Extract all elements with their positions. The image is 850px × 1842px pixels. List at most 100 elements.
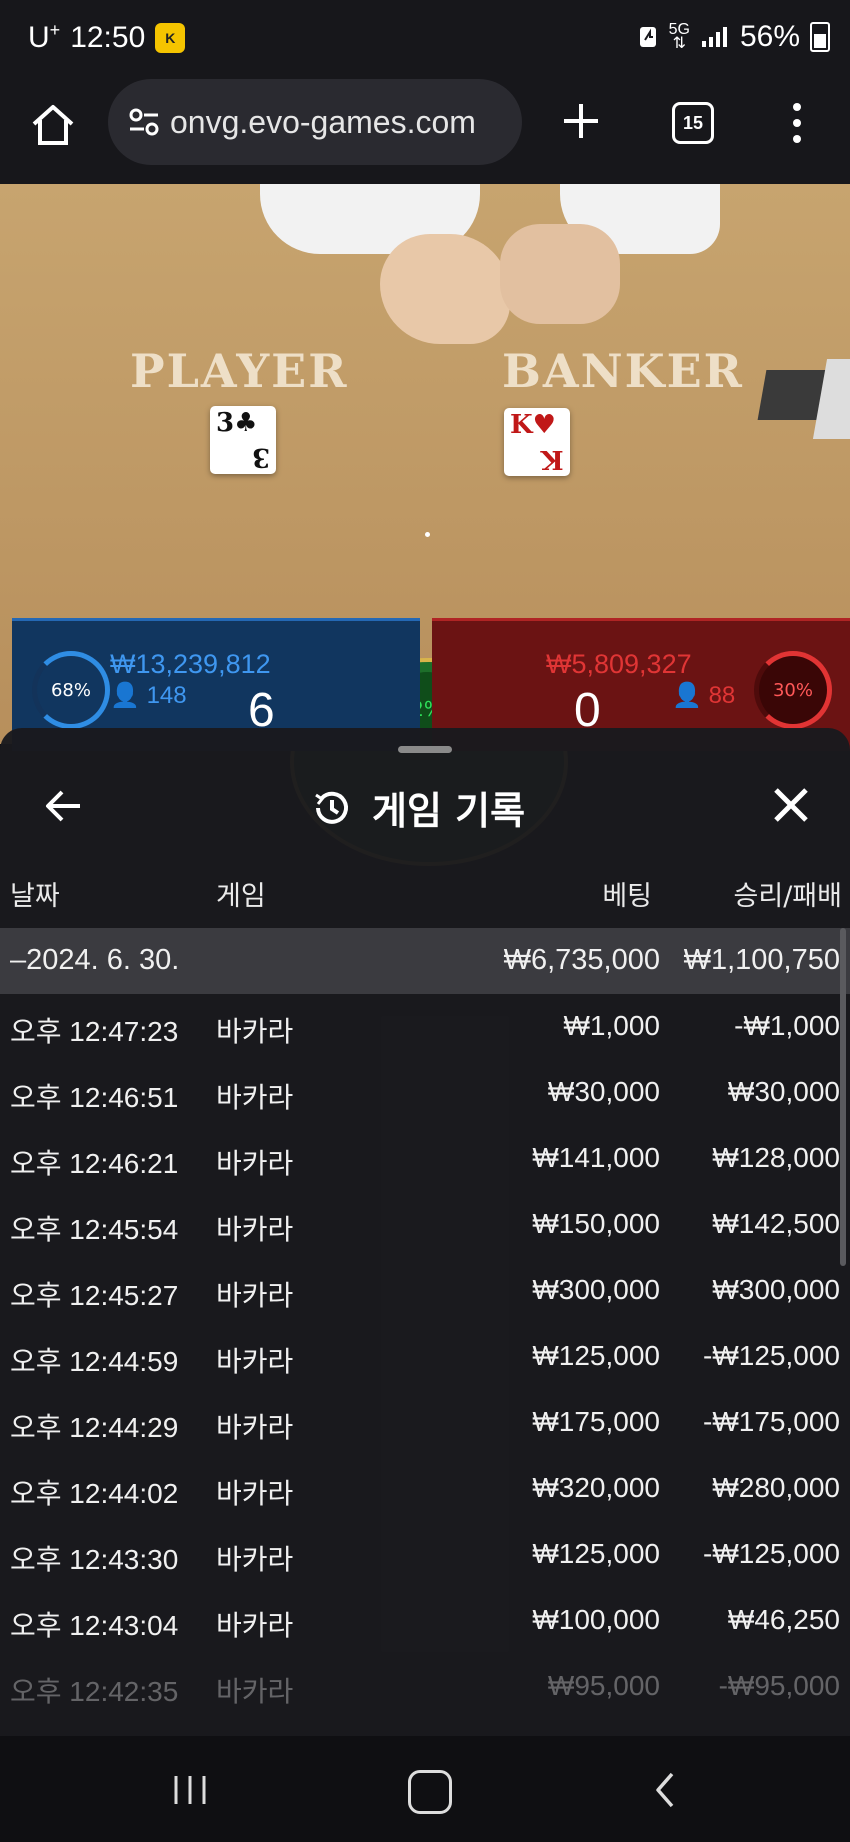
player-bettor-count: 👤 148 [110, 682, 187, 709]
kakao-bank-icon: K [155, 22, 186, 53]
table-row[interactable]: 오후 12:42:35 바카라 ₩95,000 -₩95,000 [0, 1654, 850, 1720]
column-header-date: 날짜 [10, 881, 60, 912]
table-row[interactable]: 오후 12:43:04 바카라 ₩100,000 ₩46,250 [0, 1588, 850, 1654]
row-win-loss: ₩300,000 [712, 1274, 840, 1305]
back-arrow-icon[interactable] [40, 782, 88, 830]
system-navigation-bar [0, 1736, 850, 1842]
row-win-loss: ₩142,500 [712, 1208, 840, 1239]
row-time: 오후 12:47:23 [10, 1016, 179, 1047]
row-bet: ₩141,000 [532, 1142, 660, 1173]
column-header-win-loss: 승리/패배 [733, 881, 842, 912]
table-row[interactable]: 오후 12:44:02 바카라 ₩320,000 ₩280,000 [0, 1456, 850, 1522]
history-table-body[interactable]: –2024. 6. 30. ₩6,735,000 ₩1,100,750 오후 1… [0, 928, 850, 1720]
row-bet: ₩150,000 [532, 1208, 660, 1239]
table-row[interactable]: 오후 12:45:54 바카라 ₩150,000 ₩142,500 [0, 1192, 850, 1258]
summary-date: –2024. 6. 30. [10, 944, 180, 976]
new-tab-icon[interactable] [560, 100, 602, 142]
row-time: 오후 12:45:54 [10, 1214, 179, 1245]
row-game: 바카라 [216, 1279, 294, 1312]
row-win-loss: -₩1,000 [734, 1010, 840, 1041]
history-icon [315, 791, 348, 824]
recent-apps-icon[interactable] [170, 1772, 210, 1808]
back-nav-icon[interactable] [650, 1770, 680, 1810]
row-win-loss: ₩128,000 [712, 1142, 840, 1173]
table-banker-label: BANKER [502, 344, 744, 398]
row-win-loss: ₩46,250 [727, 1604, 840, 1635]
dealer-hand-right [500, 224, 620, 324]
table-row[interactable]: 오후 12:45:27 바카라 ₩300,000 ₩300,000 [0, 1258, 850, 1324]
summary-win-loss: ₩1,100,750 [683, 944, 840, 976]
column-header-game: 게임 [216, 881, 266, 912]
clock: 12:50 [70, 20, 146, 54]
site-settings-icon[interactable] [124, 102, 164, 142]
player-card: 3♣ 3 [210, 406, 276, 474]
status-right: 5G ⇅ 56% [637, 20, 830, 54]
row-time: 오후 12:44:59 [10, 1346, 179, 1377]
row-game: 바카라 [216, 1345, 294, 1378]
close-icon[interactable] [766, 780, 816, 830]
table-dot [425, 532, 430, 537]
date-summary-row[interactable]: –2024. 6. 30. ₩6,735,000 ₩1,100,750 [0, 928, 850, 994]
summary-bet: ₩6,735,000 [503, 944, 660, 976]
row-time: 오후 12:44:02 [10, 1478, 179, 1509]
row-bet: ₩1,000 [563, 1010, 661, 1041]
network-type: 5G ⇅ [668, 21, 690, 52]
row-game: 바카라 [216, 1081, 294, 1114]
game-history-panel: 게임 기록 날짜 게임 베팅 승리/패배 –2024. 6. 30. ₩6,73… [0, 728, 850, 1736]
status-left: U+ 12:50 K [28, 20, 186, 55]
player-percent: 68% [32, 651, 110, 729]
home-icon[interactable] [28, 100, 78, 150]
url-text[interactable]: onvg.evo-games.com [170, 104, 476, 141]
nfc-icon [639, 27, 656, 47]
row-bet: ₩125,000 [532, 1340, 660, 1371]
drag-handle[interactable] [398, 746, 452, 753]
row-bet: ₩125,000 [532, 1538, 660, 1569]
row-time: 오후 12:46:51 [10, 1082, 179, 1113]
browser-toolbar: onvg.evo-games.com 15 [0, 78, 850, 184]
row-time: 오후 12:44:29 [10, 1412, 179, 1443]
carrier-label: U+ [28, 20, 61, 54]
table-row[interactable]: 오후 12:46:51 바카라 ₩30,000 ₩30,000 [0, 1060, 850, 1126]
panel-title: 게임 기록 [310, 780, 525, 835]
row-win-loss: -₩125,000 [703, 1340, 840, 1371]
user-icon: 👤 [672, 682, 702, 709]
row-win-loss: ₩280,000 [712, 1472, 840, 1503]
row-game: 바카라 [216, 1147, 294, 1180]
table-row[interactable]: 오후 12:43:30 바카라 ₩125,000 -₩125,000 [0, 1522, 850, 1588]
signal-bars-icon [701, 27, 727, 47]
history-scrollbar[interactable] [840, 928, 846, 1266]
row-game: 바카라 [216, 1477, 294, 1510]
row-bet: ₩175,000 [532, 1406, 660, 1437]
address-bar[interactable]: onvg.evo-games.com [108, 79, 522, 165]
row-time: 오후 12:42:35 [10, 1676, 179, 1707]
row-win-loss: -₩95,000 [718, 1670, 840, 1701]
tab-switcher-button[interactable]: 15 [672, 102, 714, 144]
row-bet: ₩95,000 [547, 1670, 660, 1701]
player-total-amount: ₩13,239,812 [110, 649, 271, 679]
row-bet: ₩300,000 [532, 1274, 660, 1305]
table-player-label: PLAYER [130, 344, 349, 398]
battery-icon [810, 22, 830, 52]
row-win-loss: -₩175,000 [703, 1406, 840, 1437]
history-table-header: 날짜 게임 베팅 승리/패배 [0, 874, 850, 920]
status-bar: U+ 12:50 K 5G ⇅ 56% [0, 0, 850, 78]
row-time: 오후 12:45:27 [10, 1280, 179, 1311]
row-game: 바카라 [216, 1411, 294, 1444]
more-menu-icon[interactable] [782, 100, 812, 146]
home-nav-icon[interactable] [408, 1770, 452, 1814]
table-row[interactable]: 오후 12:44:29 바카라 ₩175,000 -₩175,000 [0, 1390, 850, 1456]
row-time: 오후 12:43:30 [10, 1544, 179, 1575]
row-bet: ₩30,000 [547, 1076, 660, 1107]
battery-percent: 56% [739, 20, 800, 53]
row-game: 바카라 [216, 1675, 294, 1708]
panel-title-text: 게임 기록 [372, 789, 526, 833]
row-win-loss: ₩30,000 [727, 1076, 840, 1107]
row-game: 바카라 [216, 1015, 294, 1048]
table-row[interactable]: 오후 12:46:21 바카라 ₩141,000 ₩128,000 [0, 1126, 850, 1192]
table-row[interactable]: 오후 12:44:59 바카라 ₩125,000 -₩125,000 [0, 1324, 850, 1390]
banker-percent: 30% [754, 651, 832, 729]
banker-card: K♥ K [504, 408, 570, 476]
column-header-bet: 베팅 [602, 881, 652, 912]
table-row[interactable]: 오후 12:47:23 바카라 ₩1,000 -₩1,000 [0, 994, 850, 1060]
row-game: 바카라 [216, 1609, 294, 1642]
